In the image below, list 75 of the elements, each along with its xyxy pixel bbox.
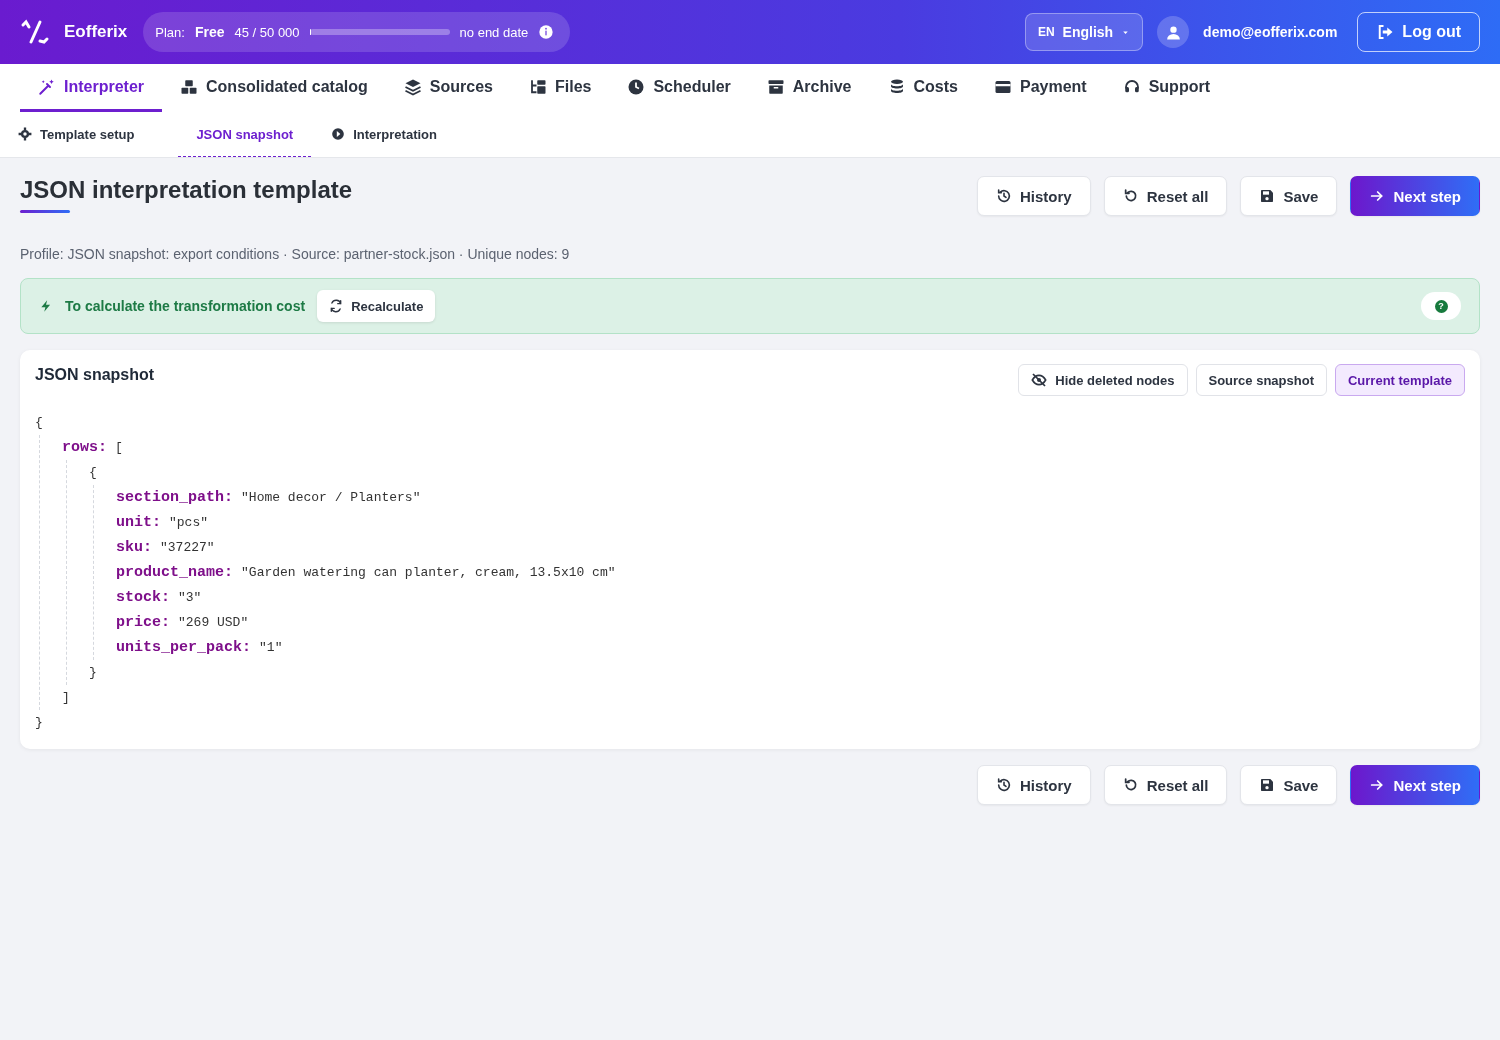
notice-text: To calculate the transformation cost [65, 298, 306, 314]
reset-button[interactable]: Reset all [1103, 176, 1228, 216]
json-value: "Home decor / Planters" [241, 490, 421, 505]
json-value: "1" [259, 640, 283, 655]
json-value: "269 USD" [178, 615, 249, 630]
history-icon [996, 188, 1013, 204]
help-button[interactable]: ? [1421, 292, 1461, 320]
json-key: rows: [62, 439, 107, 456]
json-key: price: [116, 614, 170, 631]
json-bracket: { [35, 415, 43, 430]
step-tab[interactable]: Template setup [18, 112, 155, 157]
recalculate-button[interactable]: Recalculate [317, 290, 436, 322]
json-bracket: } [89, 665, 97, 680]
user-email: demo@eofferix.com [1203, 24, 1338, 40]
json-value: "37227" [160, 540, 215, 555]
lightning-icon [39, 299, 53, 313]
plan-label: Plan: [155, 24, 185, 40]
next-step-button[interactable]: Next step [1350, 176, 1480, 216]
nav-tab[interactable]: Consolidated catalog [162, 64, 386, 112]
view-toggle[interactable]: Source snapshot [1195, 364, 1327, 396]
plan-end-date: no end date [459, 24, 529, 40]
folder-tree-icon [528, 77, 547, 96]
usage-count: 45 / 50 000 [234, 24, 300, 40]
json-bracket: [ [115, 440, 123, 455]
json-value: "3" [178, 590, 202, 605]
nav-tab[interactable]: Costs [869, 64, 976, 112]
logout-icon [1376, 23, 1395, 41]
logo-icon [20, 19, 50, 45]
logout-button[interactable]: Log out [1357, 12, 1480, 52]
json-key: sku: [116, 539, 152, 556]
clock-icon [627, 77, 646, 96]
history-button[interactable]: History [977, 176, 1091, 216]
page-title: JSON interpretation template [20, 176, 353, 204]
next-step-button[interactable]: Next step [1350, 765, 1480, 805]
nav-tab[interactable]: Archive [748, 64, 870, 112]
layers-icon [403, 77, 422, 96]
archive-icon [766, 77, 785, 96]
brand-name: Eofferix [64, 22, 128, 42]
json-key: product_name: [116, 564, 234, 581]
user-icon [1164, 23, 1182, 41]
history-button[interactable]: History [977, 765, 1091, 805]
view-toggle[interactable]: Current template [1334, 364, 1465, 396]
language-select[interactable]: EN English [1024, 13, 1144, 51]
view-toggle[interactable]: Hide deleted nodes [1018, 364, 1188, 396]
undo-icon [1122, 777, 1139, 793]
nav-tab[interactable]: Files [510, 64, 610, 112]
json-key: section_path: [116, 489, 234, 506]
step-tab[interactable]: JSON snapshot [178, 112, 312, 157]
save-button[interactable]: Save [1240, 765, 1338, 805]
nav-tab[interactable]: Scheduler [609, 64, 749, 112]
json-value: "pcs" [169, 515, 209, 530]
json-key: unit: [116, 514, 161, 531]
step-tab[interactable]: Interpretation [331, 112, 457, 157]
magic-wand-icon [38, 77, 56, 96]
boxes-icon [180, 77, 199, 96]
nav-tab[interactable]: Sources [385, 64, 511, 112]
json-value: "Garden watering can planter, cream, 13.5x10 cm" [241, 565, 616, 580]
json-bracket: { [89, 465, 97, 480]
nav-tab[interactable]: Support [1104, 64, 1228, 112]
play-icon [331, 127, 346, 141]
save-button[interactable]: Save [1240, 176, 1338, 216]
json-bracket: } [35, 715, 43, 730]
panel-title: JSON snapshot [35, 366, 155, 384]
refresh-icon [329, 299, 344, 313]
nav-tab[interactable]: Payment [975, 64, 1105, 112]
reset-button[interactable]: Reset all [1103, 765, 1228, 805]
profile-info: Profile: JSON snapshot: export conditions · Source: partner-stock.json · Unique nodes: 9 [20, 246, 571, 262]
json-key: stock: [116, 589, 170, 606]
info-icon [538, 24, 555, 40]
json-key: units_per_pack: [116, 639, 252, 656]
json-bracket: ] [62, 690, 70, 705]
eye-slash-icon [1031, 372, 1048, 388]
history-icon [996, 777, 1013, 793]
undo-icon [1122, 188, 1139, 204]
plan-name: Free [194, 24, 225, 40]
